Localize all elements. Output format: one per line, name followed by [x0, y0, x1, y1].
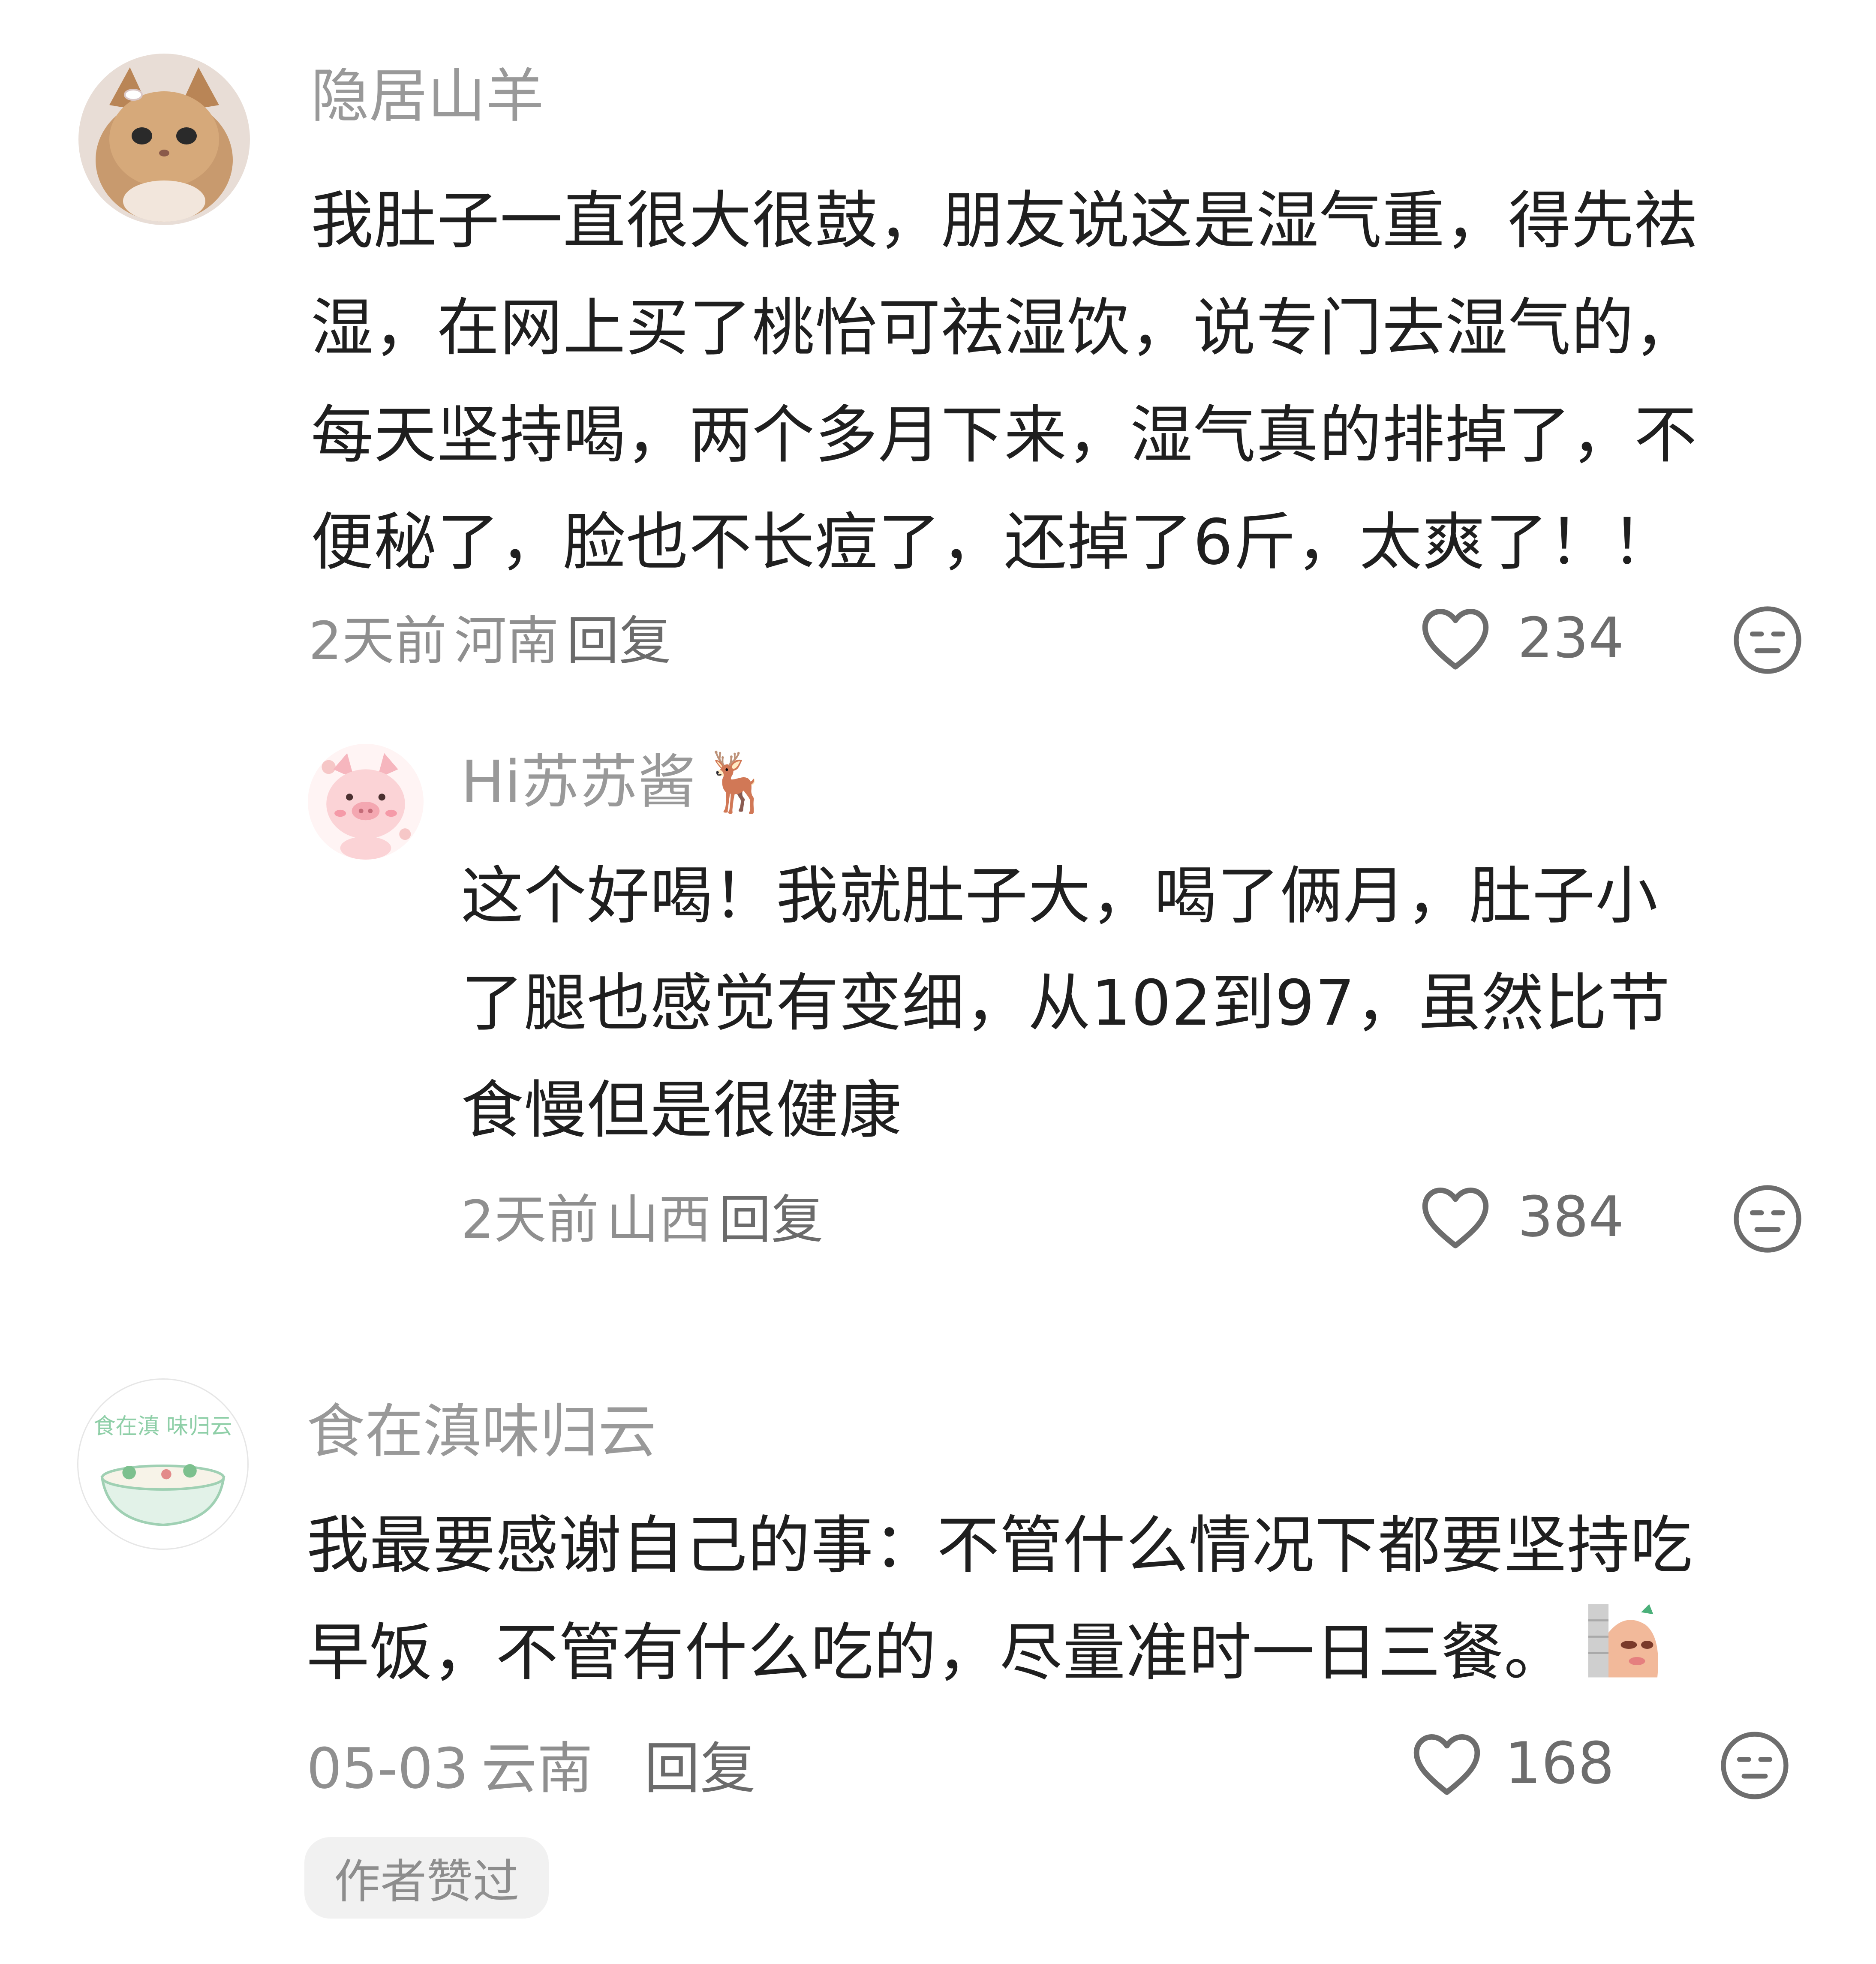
comment-line: 湿，在网上买了桃怡可祛湿饮，说专门去湿气的， — [311, 292, 1697, 364]
location: 云南 — [481, 1736, 593, 1801]
comment-line: 便秘了，脸也不长痘了，还掉了6斤，太爽了！！ — [311, 506, 1675, 579]
comment-content: 这个好喝！我就肚子大，喝了俩月，肚子小 了腿也感觉有变细，从102到97，虽然比… — [461, 842, 1670, 1164]
neutral-face-icon — [1734, 606, 1801, 674]
noodle-bowl-avatar-icon: 食在滇 味归云 — [78, 1380, 247, 1549]
neutral-face-icon — [1734, 1185, 1801, 1253]
peeking-character-sticker-icon — [1584, 1600, 1666, 1714]
username[interactable]: 隐居山羊 — [311, 60, 544, 133]
username[interactable]: Hi苏苏酱🦌 — [461, 746, 773, 819]
comment-meta: 05-03 云南 回复 — [307, 1734, 764, 1803]
heart-icon — [1413, 1734, 1480, 1795]
reply-button[interactable]: 回复 — [644, 1736, 756, 1801]
timestamp: 2天前 — [461, 1189, 599, 1250]
heart-icon — [1422, 1188, 1489, 1248]
timestamp: 05-03 — [307, 1736, 469, 1801]
avatar[interactable] — [78, 54, 250, 225]
comment-content: 我肚子一直很大很鼓，朋友说这是湿气重，得先祛 湿，在网上买了桃怡可祛湿饮，说专门… — [311, 167, 1697, 596]
comment-content: 我最要感谢自己的事：不管什么情况下都要坚持吃 早饭，不管有什么吃的，尽量准时一日… — [307, 1492, 1693, 1714]
reply-button[interactable]: 回复 — [719, 1189, 824, 1250]
comment-meta: 2天前 河南 回复 — [309, 609, 679, 673]
avatar-text: 食在滇 味归云 — [93, 1414, 232, 1439]
dislike-button[interactable] — [1731, 1182, 1804, 1255]
comment-line: 早饭，不管有什么吃的，尽量准时一日三餐。 — [307, 1599, 1693, 1714]
dislike-button[interactable] — [1731, 604, 1804, 677]
like-button[interactable]: 234 — [1419, 604, 1624, 672]
username-text: Hi苏苏酱 — [461, 749, 696, 816]
comment-meta: 2天前 山西 回复 — [461, 1188, 831, 1252]
avatar[interactable] — [308, 744, 424, 860]
like-count: 168 — [1505, 1730, 1614, 1797]
pig-avatar-icon — [308, 744, 424, 860]
username[interactable]: 食在滇味归云 — [307, 1396, 656, 1468]
timestamp: 2天前 — [309, 611, 447, 671]
like-count: 384 — [1518, 1184, 1624, 1249]
dislike-button[interactable] — [1718, 1729, 1791, 1802]
like-button[interactable]: 168 — [1410, 1729, 1614, 1798]
kitten-avatar-icon — [78, 54, 250, 225]
author-liked-badge: 作者赞过 — [304, 1837, 549, 1919]
avatar[interactable]: 食在滇 味归云 — [77, 1378, 249, 1550]
comment-line: 了腿也感觉有变细，从102到97，虽然比节 — [461, 967, 1671, 1040]
like-count: 234 — [1518, 605, 1624, 671]
heart-icon — [1422, 609, 1489, 670]
reply-button[interactable]: 回复 — [567, 611, 671, 671]
comment-line: 我最要感谢自己的事：不管什么情况下都要坚持吃 — [307, 1509, 1693, 1582]
location: 山西 — [606, 1189, 711, 1250]
deer-emoji-icon: 🦌 — [701, 749, 774, 816]
comment-line-text: 早饭，不管有什么吃的，尽量准时一日三餐。 — [307, 1616, 1567, 1689]
comment-line: 每天坚持喝，两个多月下来，湿气真的排掉了，不 — [311, 399, 1697, 472]
neutral-face-icon — [1721, 1732, 1789, 1799]
location: 河南 — [454, 611, 559, 671]
comment-line: 食慢但是很健康 — [461, 1074, 902, 1147]
comment-line: 这个好喝！我就肚子大，喝了俩月，肚子小 — [461, 860, 1658, 932]
like-button[interactable]: 384 — [1419, 1182, 1624, 1251]
comment-line: 我肚子一直很大很鼓，朋友说这是湿气重，得先祛 — [311, 184, 1697, 257]
